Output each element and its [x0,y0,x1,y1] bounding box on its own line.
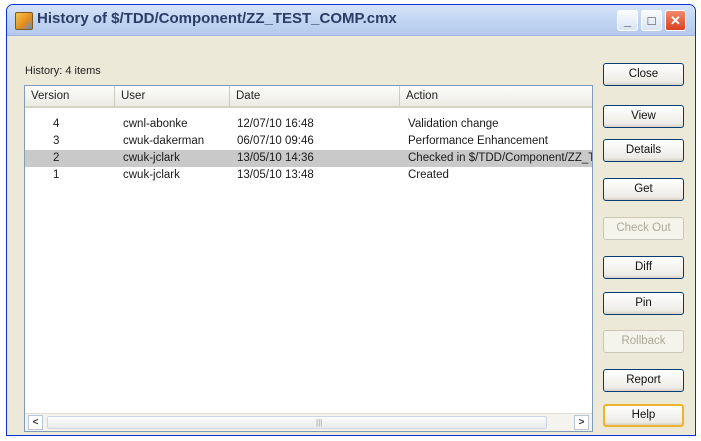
report-button[interactable]: Report [603,369,684,392]
history-count-label: History: 4 items [25,65,101,77]
view-button[interactable]: View [603,105,684,128]
details-button[interactable]: Details [603,139,684,162]
history-row[interactable]: 1 cwuk-jclark 13/05/10 13:48 Created [25,167,592,184]
scroll-right-button[interactable]: > [574,415,589,430]
horizontal-scrollbar[interactable]: < ||| > [25,413,592,431]
get-button[interactable]: Get [603,178,684,201]
pin-button[interactable]: Pin [603,292,684,315]
version-cell: 1 [53,169,60,181]
action-cell: Performance Enhancement [408,135,548,147]
user-cell: cwuk-dakerman [123,135,205,147]
grip-icon: ||| [316,418,323,427]
date-cell: 12/07/10 16:48 [237,118,314,130]
action-cell: Validation change [408,118,499,130]
source-control-icon [15,12,33,30]
action-cell: Created [408,169,449,181]
version-cell: 4 [53,118,60,130]
history-row[interactable]: 4 cwnl-abonke 12/07/10 16:48 Validation … [25,116,592,133]
window-title: History of $/TDD/Component/ZZ_TEST_COMP.… [37,10,397,27]
date-cell: 06/07/10 09:46 [237,135,314,147]
history-dialog: History of $/TDD/Component/ZZ_TEST_COMP.… [6,4,696,436]
title-bar[interactable]: History of $/TDD/Component/ZZ_TEST_COMP.… [7,5,695,36]
column-header-version[interactable]: Version [25,86,115,106]
version-cell: 3 [53,135,60,147]
scroll-left-button[interactable]: < [28,415,43,430]
scrollbar-thumb[interactable]: ||| [47,416,547,429]
date-cell: 13/05/10 14:36 [237,152,314,164]
user-cell: cwuk-jclark [123,169,180,181]
column-header-user[interactable]: User [115,86,230,106]
version-cell: 2 [53,152,60,164]
arrow-left-icon: < [32,417,39,428]
user-cell: cwuk-jclark [123,152,180,164]
diff-button[interactable]: Diff [603,256,684,279]
list-header: Version User Date Action [25,86,592,108]
date-cell: 13/05/10 13:48 [237,169,314,181]
history-list[interactable]: Version User Date Action 4 cwnl-abonke 1… [24,85,593,432]
close-icon: ✕ [670,13,681,28]
column-header-date[interactable]: Date [230,86,400,106]
check-out-button[interactable]: Check Out [603,217,684,240]
history-row[interactable]: 2 cwuk-jclark 13/05/10 14:36 Checked in … [25,150,592,167]
close-button[interactable]: Close [603,63,684,86]
minimize-icon: _ [623,13,632,28]
maximize-icon: □ [647,13,656,28]
rollback-button[interactable]: Rollback [603,330,684,353]
help-button[interactable]: Help [603,404,684,427]
user-cell: cwnl-abonke [123,118,188,130]
close-window-button[interactable]: ✕ [665,10,686,31]
history-row[interactable]: 3 cwuk-dakerman 06/07/10 09:46 Performan… [25,133,592,150]
column-header-action[interactable]: Action [400,86,592,106]
arrow-right-icon: > [578,417,585,428]
action-cell: Checked in $/TDD/Component/ZZ_TEST_COMP.… [408,152,593,164]
minimize-button[interactable]: _ [617,10,638,31]
maximize-button[interactable]: □ [641,10,662,31]
